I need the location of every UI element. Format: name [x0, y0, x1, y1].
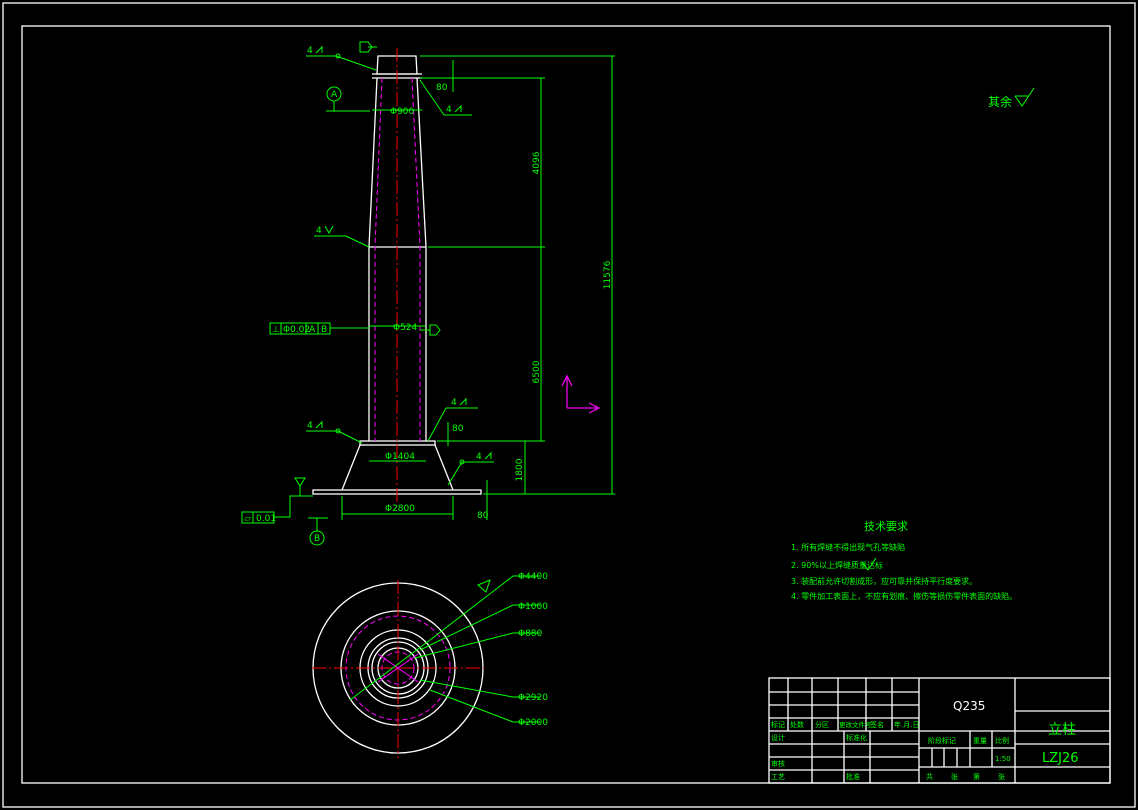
dim-upper-len: 4096: [532, 151, 542, 174]
tolerance-frame: ⊥ Φ0.02 A B: [269, 322, 369, 335]
weld-symbol-base-right: 4: [427, 397, 478, 442]
dim-base-ring-dia: Φ1404: [385, 452, 415, 462]
svg-text:更改文件号: 更改文件号: [839, 720, 872, 729]
scale-value: 1:50: [995, 755, 1011, 763]
svg-text:0.01: 0.01: [256, 514, 276, 524]
svg-text:比例: 比例: [995, 736, 1009, 745]
svg-text:设计: 设计: [771, 733, 785, 742]
svg-text:工艺: 工艺: [771, 773, 785, 781]
weld-symbol-top: 4: [306, 45, 377, 71]
svg-text:4: 4: [307, 421, 313, 431]
svg-text:批准: 批准: [846, 772, 860, 781]
svg-text:张: 张: [998, 772, 1005, 781]
svg-text:签名: 签名: [870, 720, 884, 729]
dim-mid-dia: Φ524: [393, 323, 418, 333]
roughness-check-icon: [1014, 87, 1035, 107]
dim-top-dia: Φ900: [390, 107, 415, 117]
tech-req-title: 技术要求: [864, 520, 908, 533]
svg-text:Φ0.02: Φ0.02: [283, 325, 310, 335]
cad-drawing: Φ900 Φ524 Φ1404 Φ2800 4096 6500 11576 18…: [2, 2, 1136, 808]
svg-text:⊥: ⊥: [272, 325, 280, 335]
surface-flag-icon: [477, 579, 491, 593]
svg-text:重量: 重量: [973, 737, 987, 745]
part-name: 立柱: [1048, 722, 1076, 738]
weld-symbol-base-left: 4: [306, 420, 363, 444]
svg-text:年.月.日: 年.月.日: [894, 720, 919, 729]
outer-frame: [2, 2, 1136, 808]
flatness-frame: ▱ 0.01: [241, 477, 313, 524]
tech-req-item: 1. 所有焊缝不得出现气孔等缺陷: [791, 542, 905, 552]
svg-text:4: 4: [307, 46, 313, 56]
plan-dim-d3: Φ880: [518, 629, 543, 639]
surface-flag-icon: [359, 41, 377, 53]
svg-text:阶段标记: 阶段标记: [928, 736, 956, 745]
svg-text:标准化: 标准化: [846, 733, 867, 742]
datum-a: A: [326, 86, 370, 112]
tech-req-item: 4. 零件加工表面上，不应有划痕、擦伤等损伤零件表面的缺陷。: [791, 591, 1017, 601]
dim-top-flange: 80: [436, 83, 448, 93]
dim-base-flange: 80: [452, 424, 464, 434]
dim-lower-len: 6500: [532, 360, 542, 383]
datum-b: B: [308, 517, 328, 546]
svg-text:▱: ▱: [244, 514, 251, 524]
surface-flag-icon: [294, 477, 306, 496]
svg-text:A: A: [309, 325, 316, 335]
plan-dim-d4: Φ2920: [518, 693, 548, 703]
dim-total-len: 11576: [603, 260, 613, 289]
svg-text:共: 共: [926, 772, 933, 781]
dim-plate-thk: 80: [477, 511, 489, 521]
ucs-icon: [561, 374, 601, 414]
svg-text:4: 4: [446, 105, 452, 115]
svg-text:4: 4: [316, 226, 322, 236]
svg-text:B: B: [314, 534, 320, 544]
svg-text:第: 第: [973, 772, 980, 781]
svg-text:A: A: [331, 90, 338, 100]
plan-view: Φ4400 Φ1000 Φ880 Φ2920 Φ2000: [312, 572, 548, 758]
dim-base-plate-dia: Φ2800: [385, 504, 415, 514]
svg-text:4: 4: [476, 452, 482, 462]
svg-text:张: 张: [951, 772, 958, 781]
plan-dim-d1: Φ4400: [518, 572, 548, 582]
svg-text:标记: 标记: [771, 720, 785, 729]
tech-req-item: 3. 装配前允许切割成形，应可靠并保持平行度要求。: [791, 576, 977, 586]
title-block: 标记 处数 分区 更改文件号 签名 年.月.日 设计 标准化 审核 工艺 批准 …: [768, 677, 1111, 784]
elevation-view: Φ900 Φ524 Φ1404 Φ2800 4096 6500 11576 18…: [241, 41, 615, 546]
svg-text:B: B: [321, 325, 327, 335]
svg-text:分区: 分区: [815, 720, 829, 729]
tech-requirements: 技术要求 1. 所有焊缝不得出现气孔等缺陷 2. 90%以上焊缝质量达标 3. …: [791, 520, 1017, 601]
svg-text:4: 4: [451, 398, 457, 408]
roughness-note: 其余: [988, 87, 1035, 109]
drawing-number: LZJ26: [1042, 751, 1079, 766]
material: Q235: [953, 699, 985, 713]
plan-dim-d2: Φ1000: [518, 602, 548, 612]
svg-text:其余: 其余: [988, 94, 1012, 109]
weld-symbol-mid: 4: [314, 225, 370, 248]
inner-frame: [21, 25, 1111, 784]
dim-foot-height: 1800: [515, 458, 525, 481]
svg-text:审核: 审核: [771, 759, 785, 768]
svg-text:处数: 处数: [790, 720, 804, 729]
plan-dim-d5: Φ2000: [518, 718, 548, 728]
